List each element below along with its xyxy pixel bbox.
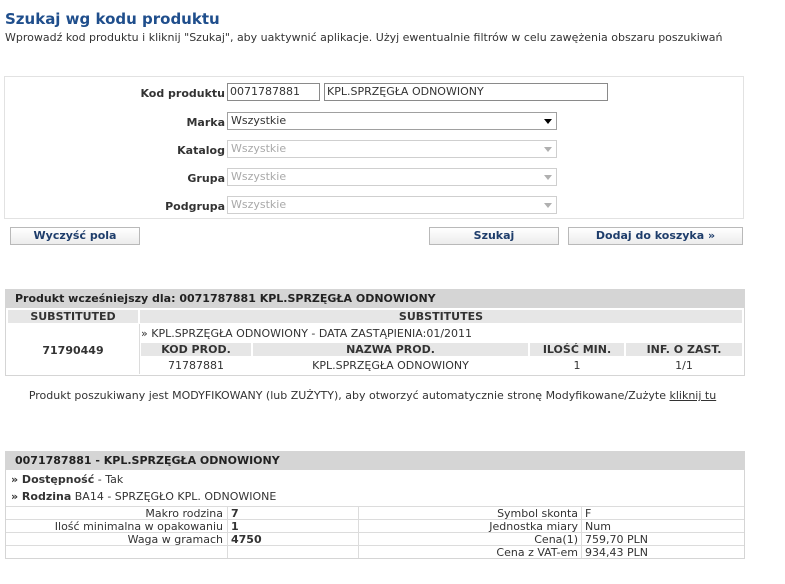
weight-value: 4750 xyxy=(231,533,262,546)
sub-col-kod: KOD PROD. xyxy=(141,343,251,356)
discount-value: F xyxy=(585,507,592,520)
row-podgrupa: Podgrupa Wszystkie xyxy=(5,196,743,216)
col-substitutes: SUBSTITUTES xyxy=(140,310,742,323)
chevron-down-icon xyxy=(544,147,552,152)
substitutes-table: SUBSTITUTED SUBSTITUTES 71790449 » KPL.S… xyxy=(5,307,745,376)
kod-label: Kod produktu xyxy=(140,87,225,100)
chevron-down-icon xyxy=(544,203,552,208)
substitutes-header: Produkt wcześniejszy dla: 0071787881 KPL… xyxy=(5,289,745,307)
availability-value: - Tak xyxy=(94,473,124,486)
modified-note: Produkt poszukiwany jest MODYFIKOWANY (l… xyxy=(0,389,745,402)
substitute-info: » KPL.SPRZĘGŁA ODNOWIONY - DATA ZASTĄPIE… xyxy=(141,327,473,340)
availability-row: » Dostępność - Tak xyxy=(11,473,123,486)
divider xyxy=(358,506,359,558)
row-grupa: Grupa Wszystkie xyxy=(5,168,743,188)
grupa-select-value: Wszystkie xyxy=(231,170,287,183)
sub-cell-kod: 71787881 xyxy=(168,359,224,372)
min-qty-label: Ilość minimalna w opakowaniu xyxy=(54,520,223,533)
add-to-cart-button[interactable]: Dodaj do koszyka » xyxy=(568,227,743,245)
price-vat-label: Cena z VAT-em xyxy=(496,546,578,559)
family-row: » Rodzina BA14 - SPRZĘGŁO KPL. ODNOWIONE xyxy=(11,490,276,503)
price-label: Cena(1) xyxy=(534,533,578,546)
search-button[interactable]: Szukaj xyxy=(429,227,559,245)
min-qty-value: 1 xyxy=(231,520,239,533)
divider xyxy=(139,324,140,374)
chevron-down-icon xyxy=(544,175,552,180)
modified-link[interactable]: kliknij tu xyxy=(669,389,716,402)
makro-label: Makro rodzina xyxy=(145,507,223,520)
sub-col-nazwa: NAZWA PROD. xyxy=(253,343,528,356)
product-code-input[interactable]: 0071787881 xyxy=(227,83,320,101)
weight-label: Waga w gramach xyxy=(127,533,223,546)
sub-cell-ilosc: 1 xyxy=(573,359,581,372)
divider xyxy=(581,506,582,558)
unit-value: Num xyxy=(585,520,611,533)
page-title: Szukaj wg kodu produktu xyxy=(5,10,220,28)
katalog-label: Katalog xyxy=(177,144,225,157)
discount-label: Symbol skonta xyxy=(497,507,578,520)
makro-value: 7 xyxy=(231,507,239,520)
col-substituted: SUBSTITUTED xyxy=(8,310,138,323)
row-kod: Kod produktu 0071787881 KPL.SPRZĘGŁA ODN… xyxy=(5,83,743,103)
marka-select[interactable]: Wszystkie xyxy=(227,112,557,130)
divider xyxy=(227,506,228,558)
modified-note-text: Produkt poszukiwany jest MODYFIKOWANY (l… xyxy=(28,389,670,402)
divider xyxy=(6,506,744,507)
family-value: BA14 - SPRZĘGŁO KPL. ODNOWIONE xyxy=(71,490,277,503)
price-value: 759,70 PLN xyxy=(585,533,648,546)
podgrupa-select-value: Wszystkie xyxy=(231,198,287,211)
podgrupa-label: Podgrupa xyxy=(165,200,225,213)
row-katalog: Katalog Wszystkie xyxy=(5,140,743,160)
clear-fields-button[interactable]: Wyczyść pola xyxy=(10,227,140,245)
family-label: » Rodzina xyxy=(11,490,72,503)
details-panel: » Dostępność - Tak » Rodzina BA14 - SPRZ… xyxy=(5,469,745,559)
marka-label: Marka xyxy=(186,116,225,129)
unit-label: Jednostka miary xyxy=(489,520,578,533)
katalog-select-value: Wszystkie xyxy=(231,142,287,155)
sub-col-ilosc: ILOŚĆ MIN. xyxy=(530,343,624,356)
podgrupa-select[interactable]: Wszystkie xyxy=(227,196,557,214)
price-vat-value: 934,43 PLN xyxy=(585,546,648,559)
grupa-select[interactable]: Wszystkie xyxy=(227,168,557,186)
availability-label: » Dostępność xyxy=(11,473,95,486)
page-subtitle: Wprowadź kod produktu i kliknij "Szukaj"… xyxy=(5,31,723,44)
sub-cell-nazwa: KPL.SPRZĘGŁA ODNOWIONY xyxy=(312,359,469,372)
sub-cell-inf: 1/1 xyxy=(675,359,693,372)
sub-col-inf: INF. O ZAST. xyxy=(626,343,742,356)
marka-select-value: Wszystkie xyxy=(231,114,287,127)
katalog-select[interactable]: Wszystkie xyxy=(227,140,557,158)
product-name-input[interactable]: KPL.SPRZĘGŁA ODNOWIONY xyxy=(324,83,608,101)
details-header: 0071787881 - KPL.SPRZĘGŁA ODNOWIONY xyxy=(5,451,745,469)
chevron-down-icon xyxy=(544,119,552,124)
substituted-code: 71790449 xyxy=(42,344,104,357)
search-form: Kod produktu 0071787881 KPL.SPRZĘGŁA ODN… xyxy=(4,76,744,219)
grupa-label: Grupa xyxy=(187,172,225,185)
row-marka: Marka Wszystkie xyxy=(5,112,743,132)
